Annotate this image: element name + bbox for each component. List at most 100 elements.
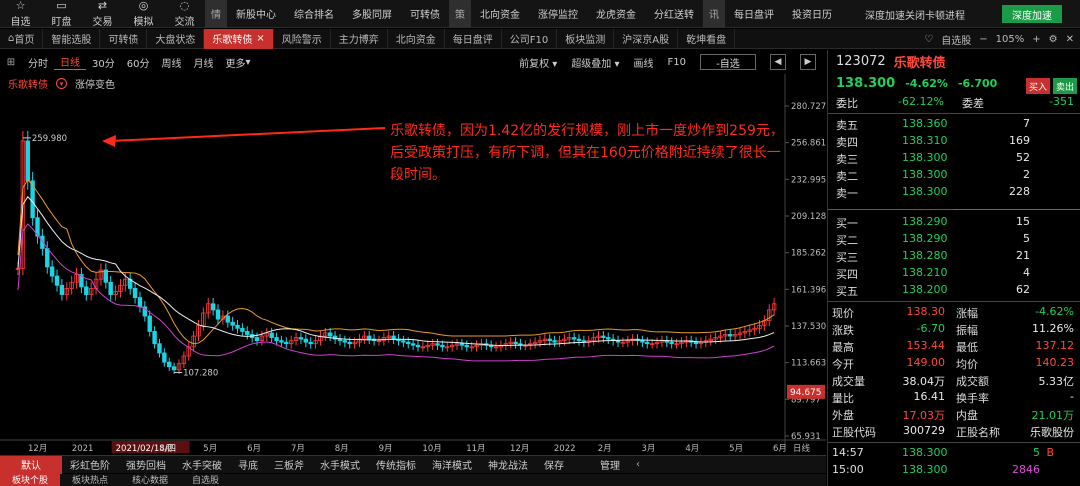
toolbar-item-watch[interactable]: ▭ 盯盘 <box>41 0 82 28</box>
period-60min[interactable]: 60分 <box>121 54 156 70</box>
indicator-rainbow[interactable]: 彩虹色阶 <box>62 456 118 474</box>
candle-body <box>571 337 577 340</box>
x-selected-date-bg <box>111 441 190 453</box>
heart-icon[interactable]: ♡ <box>924 34 933 45</box>
close-icon[interactable]: × <box>256 33 264 44</box>
toolbar-item-favorites[interactable]: ☆ 自选 <box>0 0 41 28</box>
nav-multi-screen[interactable]: 多股同屏 <box>343 0 401 28</box>
chart-stock-name: 乐歌转债 <box>8 80 48 91</box>
toolbar-item-simulate[interactable]: ◎ 模拟 <box>123 0 164 28</box>
adjust-dropdown[interactable]: 前复权 ▾ <box>519 55 557 70</box>
tab-northbound[interactable]: 北向资金 <box>388 28 445 49</box>
draw-line-button[interactable]: 画线 <box>634 55 654 70</box>
expand-icon[interactable]: ⊞ <box>0 57 22 68</box>
indicator-bottom[interactable]: 寻底 <box>230 456 266 474</box>
tab-home[interactable]: ⌂ 首页 <box>0 28 44 49</box>
sell-button[interactable]: 卖出 <box>1053 78 1077 94</box>
overlay-dropdown[interactable]: 超级叠加 ▾ <box>571 55 619 70</box>
period-monthly[interactable]: 月线 <box>187 54 219 70</box>
ask-row: 卖一 138.300 228 <box>828 184 1080 201</box>
toolbar-item-trade[interactable]: ⇄ 交易 <box>82 0 123 28</box>
period-30min[interactable]: 30分 <box>86 54 121 70</box>
indicator-sailor-mode[interactable]: 水手模式 <box>312 456 368 474</box>
toolbar-group-info: 情 新股中心 综合排名 多股同屏 可转债 <box>205 0 449 28</box>
kline-chart[interactable]: 280.727 256.861 232.995 209.128 185.262 161.3… <box>0 50 826 454</box>
nav-dragon-tiger[interactable]: 龙虎资金 <box>587 0 645 28</box>
next-icon[interactable]: ▶ <box>800 54 816 70</box>
tab-lege-bond[interactable]: 乐歌转债 × <box>204 28 274 49</box>
tab-risk-warning[interactable]: 风险警示 <box>274 28 331 49</box>
zoom-out-icon[interactable]: − <box>979 34 987 45</box>
tab-main-force[interactable]: 主力博弈 <box>331 28 388 49</box>
candle-body <box>684 340 689 343</box>
indicator-dragon[interactable]: 神龙战法 <box>480 456 536 474</box>
bid-volume: 62 <box>1016 283 1030 296</box>
f10-button[interactable]: F10 <box>668 57 686 68</box>
bottom-tab-hot[interactable]: 板块热点 <box>60 474 120 486</box>
bottom-tab-sector-stocks[interactable]: 板块个股 <box>0 474 61 486</box>
nav-ranking[interactable]: 综合排名 <box>285 0 343 28</box>
toolbar-item-chat[interactable]: ◌ 交流 <box>164 0 205 28</box>
ask-row: 卖四 138.310 169 <box>828 133 1080 150</box>
candle-body <box>245 331 250 335</box>
period-intraday[interactable]: 分时 <box>22 54 54 70</box>
bottom-tab-core-data[interactable]: 核心数据 <box>120 474 180 486</box>
y-tick-label: 280.727 <box>791 102 826 112</box>
stat-value: 16.41 <box>913 390 946 403</box>
limit-color-toggle[interactable]: 涨停变色 <box>75 76 115 91</box>
tab-convertible[interactable]: 可转债 <box>100 28 148 49</box>
indicator-sailor-break[interactable]: 水手突破 <box>174 456 230 474</box>
deep-accelerate-button[interactable]: 深度加速 <box>1002 5 1062 23</box>
indicator-traditional[interactable]: 传统指标 <box>368 456 424 474</box>
tab-sector-monitor[interactable]: 板块监测 <box>557 28 615 49</box>
tab-market-status[interactable]: 大盘状态 <box>147 28 205 49</box>
watchlist-select[interactable]: -自选 <box>700 54 756 70</box>
bid-label: 买一 <box>836 217 858 230</box>
nav-calendar[interactable]: 投资日历 <box>783 0 841 28</box>
candle-body <box>591 337 596 342</box>
tick-row: 14:57 138.300 5 B <box>828 445 1080 462</box>
indicator-three-axes[interactable]: 三板斧 <box>266 456 312 474</box>
dropdown-circle-icon[interactable]: ▾ <box>56 78 67 89</box>
ask-price: 138.310 <box>902 134 948 147</box>
buy-button[interactable]: 买入 <box>1026 78 1050 94</box>
indicator-manage[interactable]: 管理 <box>592 456 628 474</box>
nav-convertible[interactable]: 可转债 <box>401 0 449 28</box>
divider <box>828 209 954 210</box>
candle-body <box>49 266 55 277</box>
settings-icon[interactable]: ⚙ <box>1049 34 1058 45</box>
period-daily[interactable]: 日线 <box>54 54 86 70</box>
stat-label: 量比 <box>832 392 854 405</box>
indicator-save[interactable]: 保存 <box>536 456 572 474</box>
indicator-strong-pullback[interactable]: 强势回档 <box>118 456 174 474</box>
nav-daily-review[interactable]: 每日盘评 <box>725 0 783 28</box>
prev-icon[interactable]: ◀ <box>770 54 786 70</box>
tab-label: 首页 <box>14 35 35 46</box>
fav-stocks-link[interactable]: 自选股 <box>941 32 971 47</box>
indicator-ocean[interactable]: 海洋模式 <box>424 456 480 474</box>
bottom-tab-favorites[interactable]: 自选股 <box>180 474 231 486</box>
zoom-in-icon[interactable]: + <box>1032 34 1040 45</box>
overlay-label: 超级叠加 <box>571 58 612 70</box>
tab-daily-review[interactable]: 每日盘评 <box>445 28 502 49</box>
close-all-icon[interactable]: ✕ <box>1066 34 1074 45</box>
nav-new-stocks[interactable]: 新股中心 <box>227 0 285 28</box>
tab-company-f10[interactable]: 公司F10 <box>502 28 558 49</box>
candle-body <box>615 340 621 343</box>
stat-value: 17.03万 <box>902 409 946 422</box>
tab-qiankun[interactable]: 乾坤看盘 <box>678 28 736 49</box>
indicator-default[interactable]: 默认 <box>0 455 62 474</box>
period-weekly[interactable]: 周线 <box>155 54 187 70</box>
candle-body <box>98 269 104 280</box>
collapse-icon[interactable]: ‹ <box>636 459 640 470</box>
candle-body <box>40 235 45 249</box>
nav-northbound[interactable]: 北向资金 <box>471 0 529 28</box>
candle-body <box>303 338 309 343</box>
nav-dividend[interactable]: 分红送转 <box>645 0 703 28</box>
candle-body <box>171 366 177 371</box>
period-more[interactable]: 更多 ▾ <box>219 54 256 70</box>
tab-a-shares[interactable]: 沪深京A股 <box>614 28 679 49</box>
candle-body <box>718 335 723 338</box>
tab-smart-picker[interactable]: 智能选股 <box>43 28 101 49</box>
nav-limit-monitor[interactable]: 涨停监控 <box>529 0 587 28</box>
